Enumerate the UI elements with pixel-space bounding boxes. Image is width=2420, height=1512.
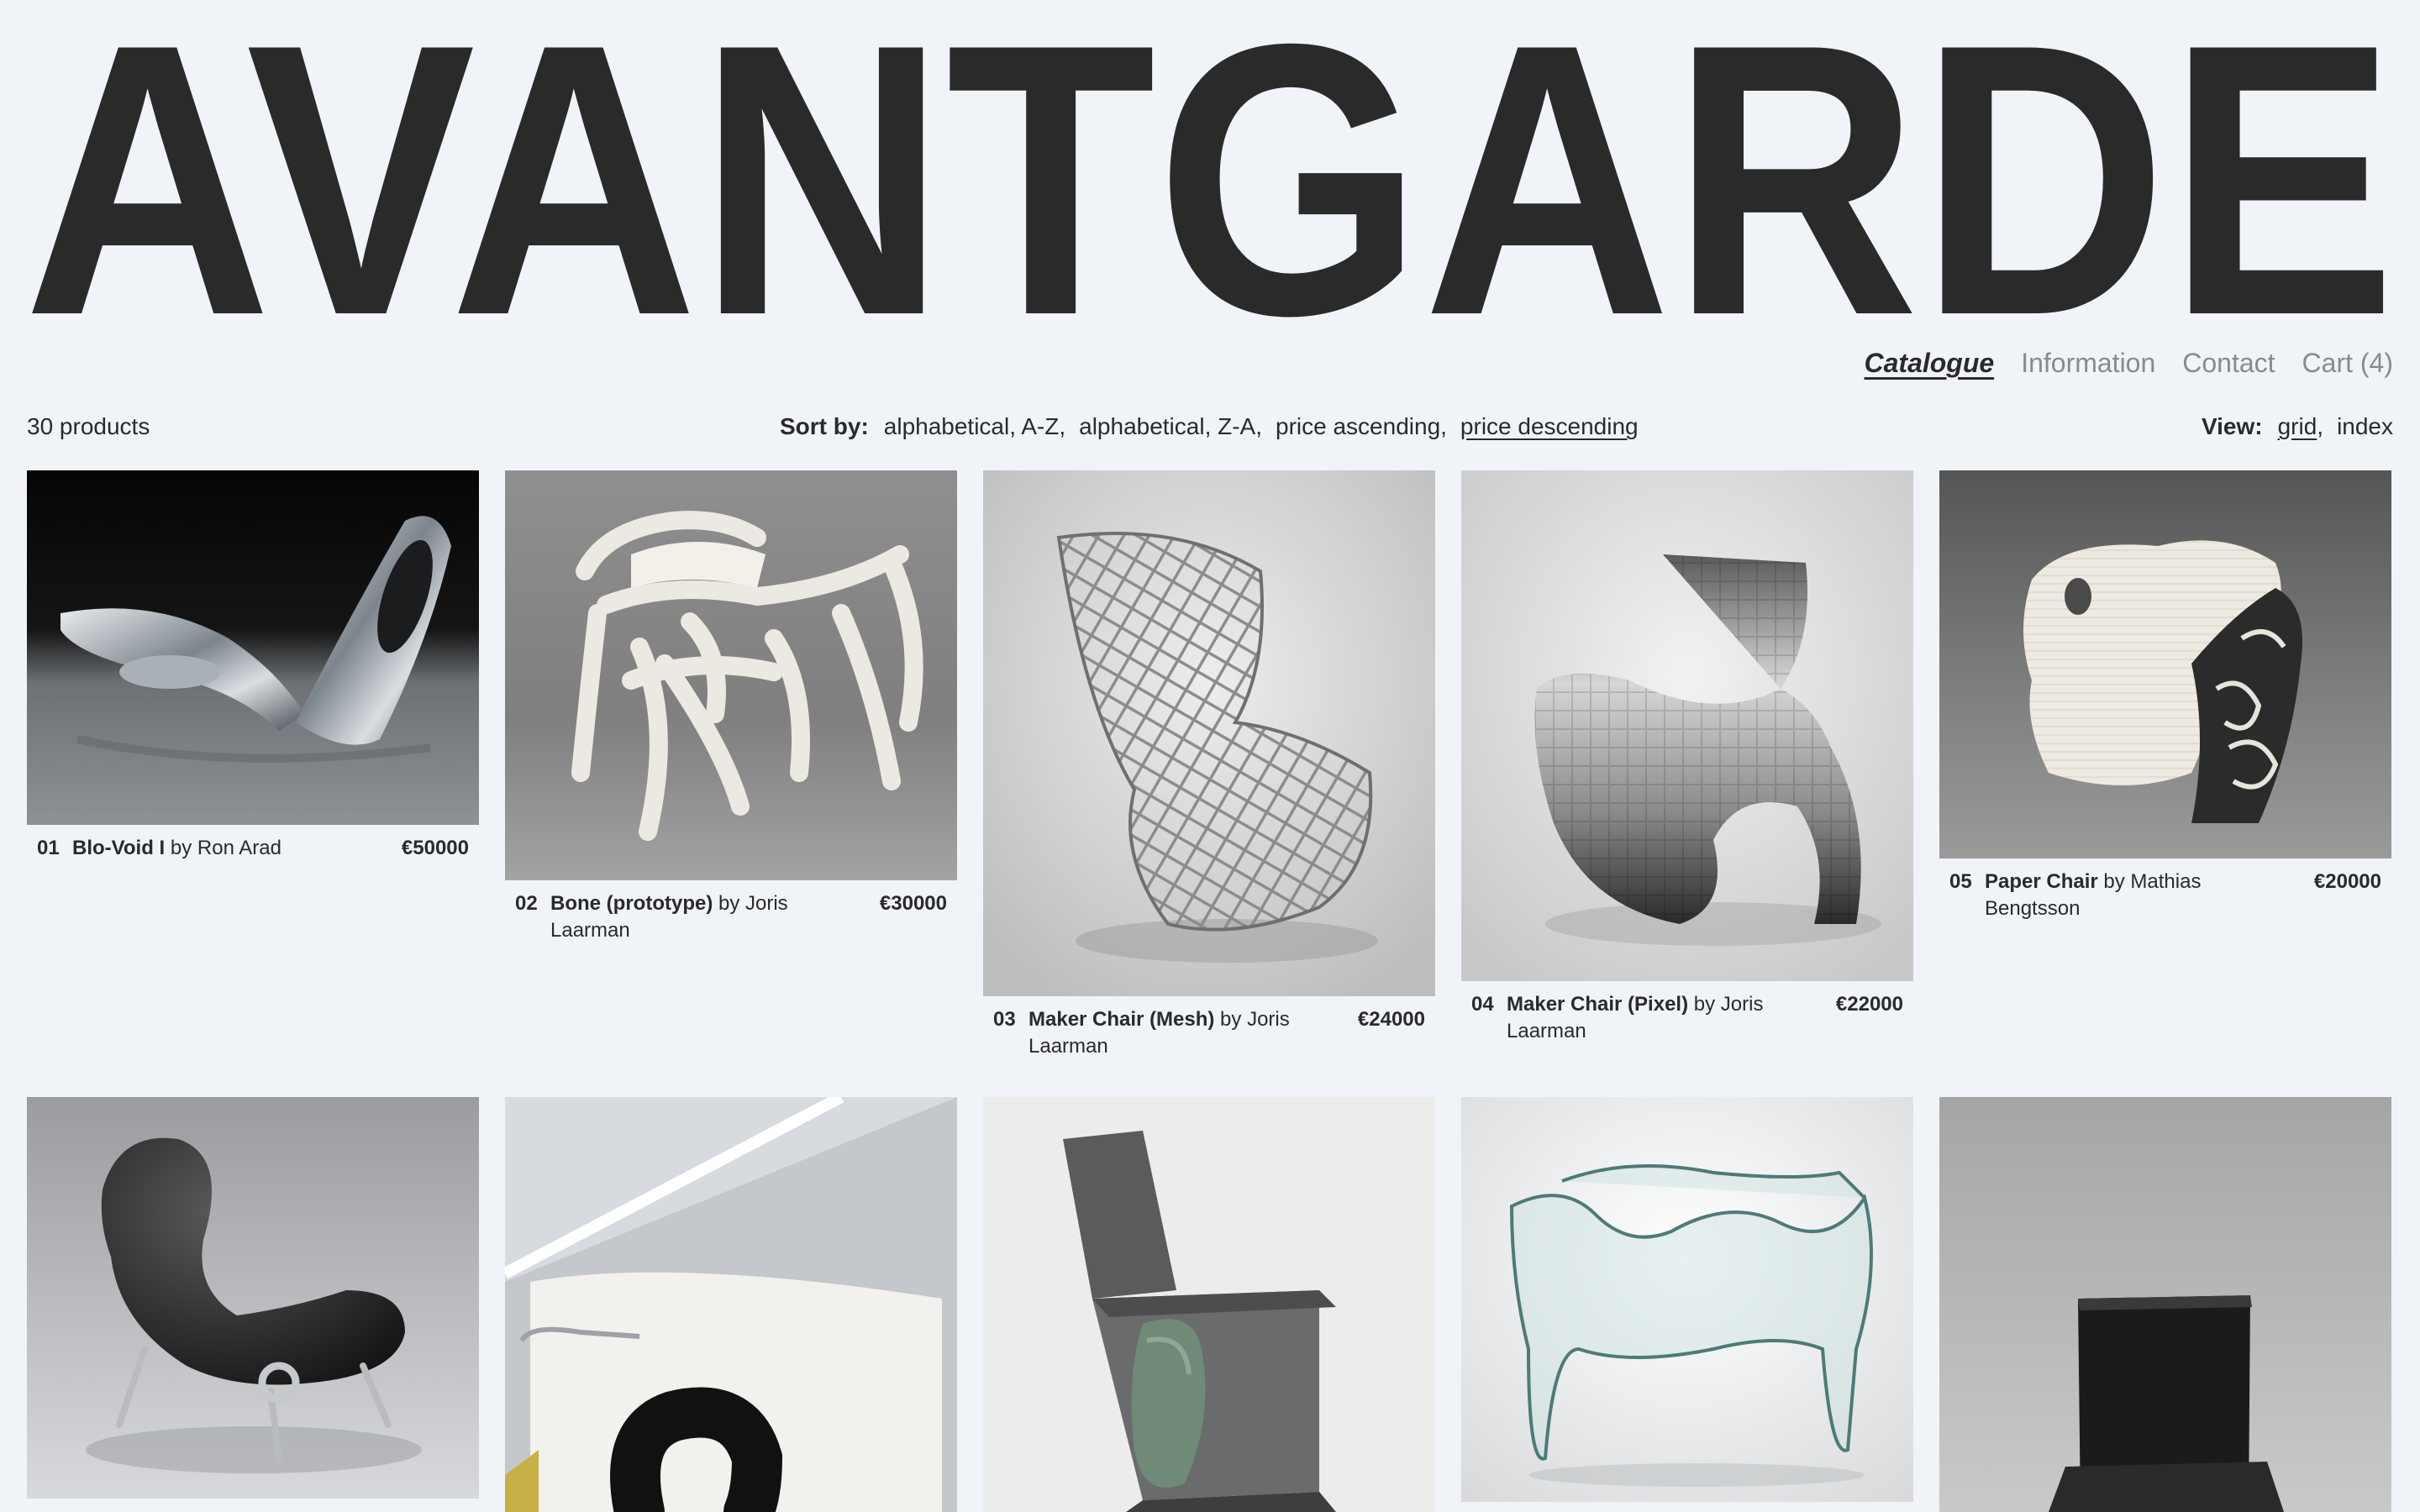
product-image[interactable] (1461, 1097, 1913, 1502)
product-price: €30000 (879, 892, 947, 915)
product-number: 04 (1471, 993, 1494, 1016)
sort-label: Sort by: (780, 413, 869, 439)
product-caption: 05 Paper Chair by Mathias Bengtsson €200… (1939, 869, 2391, 922)
sort-controls: Sort by: alphabetical, A-Z, alphabetical… (780, 410, 1639, 444)
product-by: by (1214, 1008, 1248, 1031)
brand-wordmark[interactable]: AVANTGARDE (24, 17, 2396, 319)
catalogue-page: AVANTGARDE Catalogue Information Contact… (0, 0, 2420, 1512)
product-price: €24000 (1357, 1008, 1425, 1031)
product-by: by (165, 837, 197, 859)
product-image[interactable] (983, 470, 1435, 996)
bone-chair-illustration (505, 470, 957, 880)
product-caption: 03 Maker Chair (Mesh) by Joris Laarman €… (983, 1006, 1435, 1060)
embryo-chair-illustration (27, 1097, 479, 1499)
product-image[interactable] (27, 1097, 479, 1499)
product-name[interactable]: Maker Chair (Pixel) (1507, 993, 1688, 1016)
steel-stone-chair-illustration (983, 1097, 1435, 1512)
product-card[interactable] (983, 1097, 1435, 1512)
product-image[interactable] (505, 470, 957, 880)
view-separator: , (2317, 413, 2324, 439)
product-description: Blo-Void I by Ron Arad (72, 835, 350, 862)
product-card[interactable]: 03 Maker Chair (Mesh) by Joris Laarman €… (983, 470, 1435, 1060)
sort-alpha-desc-option[interactable]: alphabetical, Z-A, (1079, 410, 1262, 444)
product-image[interactable] (1939, 470, 2391, 858)
product-description: Bone (prototype) by Joris Laarman (550, 890, 828, 944)
view-grid-wrapper: grid, (2278, 410, 2323, 444)
product-card[interactable] (1461, 1097, 1913, 1502)
product-description: Maker Chair (Mesh) by Joris Laarman (1028, 1006, 1306, 1060)
product-card[interactable]: 02 Bone (prototype) by Joris Laarman €30… (505, 470, 957, 944)
dark-wood-chair-illustration (1939, 1097, 2391, 1512)
product-count: 30 products (27, 413, 150, 439)
product-name[interactable]: Bone (prototype) (550, 892, 713, 915)
nav-catalogue-link[interactable]: Catalogue (1865, 344, 1995, 381)
product-caption: 04 Maker Chair (Pixel) by Joris Laarman … (1461, 991, 1913, 1045)
product-image[interactable] (27, 470, 479, 825)
product-caption: 01 Blo-Void I by Ron Arad €50000 (27, 835, 479, 862)
nav-contact-link[interactable]: Contact (2182, 344, 2275, 381)
product-price: €20000 (2313, 870, 2381, 893)
product-by: by (1688, 993, 1721, 1016)
product-name[interactable]: Paper Chair (1985, 870, 2098, 893)
chrome-lounger-illustration (27, 470, 479, 825)
product-card[interactable]: 05 Paper Chair by Mathias Bengtsson €200… (1939, 470, 2391, 922)
product-image[interactable] (1939, 1097, 2391, 1512)
product-by: by (713, 892, 745, 915)
catalogue-toolbar: 30 products Sort by: alphabetical, A-Z, … (27, 410, 2393, 444)
pixel-chair-illustration (1461, 470, 1913, 981)
product-image[interactable] (983, 1097, 1435, 1512)
brand-wordmark-svg: AVANTGARDE (24, 17, 2396, 319)
sort-price-desc-option[interactable]: price descending (1460, 410, 1639, 444)
nav-cart-link[interactable]: Cart (4) (2302, 344, 2393, 381)
mesh-chair-illustration (983, 470, 1435, 996)
sort-price-asc-option[interactable]: price ascending, (1276, 410, 1447, 444)
product-card[interactable]: 01 Blo-Void I by Ron Arad €50000 (27, 470, 479, 862)
product-image[interactable] (1461, 470, 1913, 981)
product-image[interactable] (505, 1097, 957, 1512)
product-name[interactable]: Maker Chair (Mesh) (1028, 1008, 1214, 1031)
product-caption: 02 Bone (prototype) by Joris Laarman €30… (505, 890, 957, 944)
tube-chair-illustration (505, 1097, 957, 1512)
product-by: by (2097, 870, 2131, 893)
product-description: Paper Chair by Mathias Bengtsson (1985, 869, 2262, 922)
product-card[interactable] (505, 1097, 957, 1512)
product-number: 05 (1949, 870, 1972, 893)
paper-chair-illustration (1939, 470, 2391, 858)
product-name[interactable]: Blo-Void I (72, 837, 165, 859)
view-label: View: (2201, 413, 2263, 439)
product-designer: Ron Arad (197, 837, 281, 859)
product-number: 01 (37, 837, 60, 859)
product-number: 02 (515, 892, 538, 915)
sort-alpha-asc-option[interactable]: alphabetical, A-Z, (884, 410, 1065, 444)
glass-chair-illustration (1461, 1097, 1913, 1502)
product-number: 03 (993, 1008, 1016, 1031)
product-description: Maker Chair (Pixel) by Joris Laarman (1507, 991, 1784, 1045)
product-grid: 01 Blo-Void I by Ron Arad €50000 02 Bone… (27, 470, 2393, 1512)
product-card[interactable]: 04 Maker Chair (Pixel) by Joris Laarman … (1461, 470, 1913, 1045)
view-index-option[interactable]: index (2337, 410, 2393, 444)
product-card[interactable] (27, 1097, 479, 1499)
main-nav: Catalogue Information Contact Cart (4) (1865, 344, 2394, 381)
view-controls: View: grid, index (2202, 410, 2393, 444)
view-grid-option[interactable]: grid (2278, 413, 2317, 439)
brand-title: AVANTGARDE (24, 17, 2396, 319)
nav-information-link[interactable]: Information (2021, 344, 2155, 381)
product-price: €22000 (1835, 993, 1903, 1016)
product-price: €50000 (401, 837, 469, 859)
product-card[interactable] (1939, 1097, 2391, 1512)
